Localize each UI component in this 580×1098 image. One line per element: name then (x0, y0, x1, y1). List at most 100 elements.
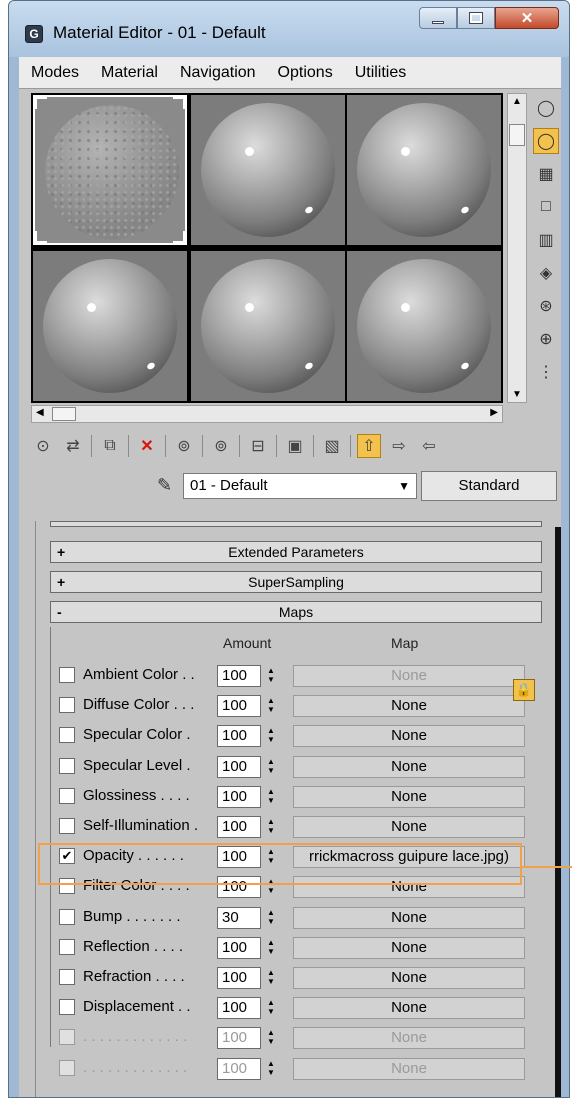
make-unique-icon[interactable]: ⊚ (172, 434, 196, 458)
get-material-icon[interactable]: ⊙ (31, 434, 55, 458)
menu-options[interactable]: Options (278, 64, 333, 82)
map-slot-button[interactable]: None (293, 725, 525, 748)
panel-scrollbar[interactable] (555, 527, 561, 1097)
map-enable-checkbox[interactable] (59, 787, 75, 804)
map-amount-input[interactable]: 30 (217, 906, 261, 929)
amount-spinner[interactable]: ▲ ▼ (265, 726, 277, 746)
amount-spinner[interactable]: ▲ ▼ (265, 757, 277, 777)
sample-slot-6[interactable] (347, 251, 501, 401)
map-amount-input[interactable]: 100 (217, 967, 261, 989)
background-checker-icon[interactable]: ▦ (533, 161, 559, 187)
sample-slot-2[interactable] (191, 95, 345, 245)
amount-spinner[interactable]: ▲ ▼ (265, 968, 277, 988)
lock-icon[interactable]: 🔒 (513, 679, 535, 701)
map-slot-button[interactable]: None (293, 997, 525, 1020)
map-enable-checkbox[interactable] (59, 667, 75, 683)
amount-spinner[interactable]: ▲ ▼ (265, 908, 277, 928)
menu-utilities[interactable]: Utilities (355, 64, 407, 82)
map-slot-button[interactable]: None (293, 967, 525, 989)
map-enable-checkbox[interactable] (59, 818, 75, 834)
sample-slot-1[interactable] (33, 95, 187, 245)
put-to-library-icon[interactable]: ⊚ (209, 434, 233, 458)
amount-spinner[interactable]: ▲ ▼ (265, 938, 277, 958)
map-enable-checkbox[interactable] (59, 727, 75, 744)
map-slot-button[interactable]: None (293, 755, 525, 778)
material-type-button[interactable]: Standard (421, 471, 557, 501)
sample-slot-4[interactable] (33, 251, 187, 401)
map-slot-button[interactable]: None (293, 936, 525, 959)
map-enable-checkbox[interactable] (59, 938, 75, 955)
eyedropper-icon[interactable]: ✎ (157, 475, 172, 496)
title-bar[interactable]: G Material Editor - 01 - Default ✕ (9, 1, 569, 57)
map-amount-input[interactable]: 100 (217, 1027, 261, 1050)
maximize-button[interactable] (457, 7, 495, 29)
amount-spinner[interactable]: ▲ ▼ (265, 817, 277, 837)
menu-modes[interactable]: Modes (31, 64, 79, 82)
go-forward-sibling-icon[interactable]: ⇨ (387, 434, 411, 458)
amount-spinner[interactable]: ▲ ▼ (265, 696, 277, 716)
close-button[interactable]: ✕ (495, 7, 559, 29)
amount-spinner[interactable]: ▲ ▼ (265, 1059, 277, 1079)
map-amount-input[interactable]: 100 (217, 785, 261, 808)
map-amount-input[interactable]: 100 (217, 695, 261, 718)
map-amount-input[interactable]: 100 (217, 936, 261, 959)
map-amount-input[interactable]: 100 (217, 665, 261, 687)
minimize-button[interactable] (419, 7, 457, 29)
map-enable-checkbox[interactable] (59, 999, 75, 1016)
assign-to-selection-icon[interactable]: ⧉ (98, 434, 122, 458)
map-slot-button[interactable]: None (293, 816, 525, 838)
backlight-icon[interactable]: ◯ (533, 128, 559, 154)
scroll-left-icon[interactable]: ◀ (36, 407, 44, 418)
map-enable-checkbox[interactable] (59, 757, 75, 774)
map-slot-button[interactable]: None (293, 695, 525, 718)
map-amount-input[interactable]: 100 (217, 755, 261, 778)
material-map-navigator-icon[interactable]: ⋮ (533, 359, 559, 385)
scroll-up-icon[interactable]: ▲ (512, 96, 522, 107)
select-by-material-icon[interactable]: ⊕ (533, 326, 559, 352)
slots-horizontal-scrollbar[interactable]: ◀ ▶ (31, 405, 503, 423)
amount-spinner[interactable]: ▲ ▼ (265, 666, 277, 686)
map-slot-button[interactable]: None (293, 1027, 525, 1050)
show-map-in-viewport-icon[interactable]: ▣ (283, 434, 307, 458)
amount-spinner[interactable]: ▲ ▼ (265, 1028, 277, 1048)
uv-tiling-icon[interactable]: □ (533, 194, 559, 220)
material-id-channel-icon[interactable]: ⊟ (246, 434, 270, 458)
map-amount-input[interactable]: 100 (217, 725, 261, 748)
map-amount-input[interactable]: 100 (217, 1057, 261, 1080)
menu-navigation[interactable]: Navigation (180, 64, 256, 82)
put-to-scene-icon[interactable]: ⇄ (61, 434, 85, 458)
make-preview-icon[interactable]: ◈ (533, 260, 559, 286)
amount-spinner[interactable]: ▲ ▼ (265, 787, 277, 807)
map-amount-input[interactable]: 100 (217, 997, 261, 1020)
rollout-maps[interactable]: - Maps (50, 601, 542, 623)
chevron-down-icon[interactable]: ▼ (398, 474, 410, 498)
map-slot-button[interactable]: None (293, 785, 525, 808)
scroll-down-icon[interactable]: ▼ (512, 389, 522, 400)
menu-material[interactable]: Material (101, 64, 158, 82)
map-slot-button[interactable]: None (293, 665, 525, 687)
amount-spinner[interactable]: ▲ ▼ (265, 998, 277, 1018)
scroll-thumb[interactable] (52, 407, 76, 421)
rollout-supersampling[interactable]: + SuperSampling (50, 571, 542, 593)
material-name-dropdown[interactable]: 01 - Default ▼ (183, 473, 417, 499)
show-end-result-icon[interactable]: ▧ (320, 434, 344, 458)
map-enable-checkbox[interactable] (59, 969, 75, 985)
map-enable-checkbox[interactable] (59, 1059, 75, 1076)
video-color-check-icon[interactable]: ▥ (533, 227, 559, 253)
slots-vertical-scrollbar[interactable]: ▲ ▼ (507, 93, 527, 403)
map-amount-input[interactable]: 100 (217, 816, 261, 838)
sample-type-icon[interactable]: ◯ (533, 95, 559, 121)
map-enable-checkbox[interactable] (59, 697, 75, 714)
map-slot-button[interactable]: None (293, 906, 525, 929)
rollout-extended-parameters[interactable]: + Extended Parameters (50, 541, 542, 563)
sample-slot-3[interactable] (347, 95, 501, 245)
scroll-right-icon[interactable]: ▶ (490, 407, 498, 418)
map-enable-checkbox[interactable] (59, 1029, 75, 1046)
map-enable-checkbox[interactable] (59, 908, 75, 925)
reset-map-icon[interactable]: ✕ (135, 434, 159, 458)
scroll-thumb[interactable] (509, 124, 525, 146)
options-icon[interactable]: ⊛ (533, 293, 559, 319)
map-slot-button[interactable]: None (293, 1057, 525, 1080)
go-to-parent-icon[interactable]: ⇧ (357, 434, 381, 458)
go-back-sibling-icon[interactable]: ⇦ (417, 434, 441, 458)
